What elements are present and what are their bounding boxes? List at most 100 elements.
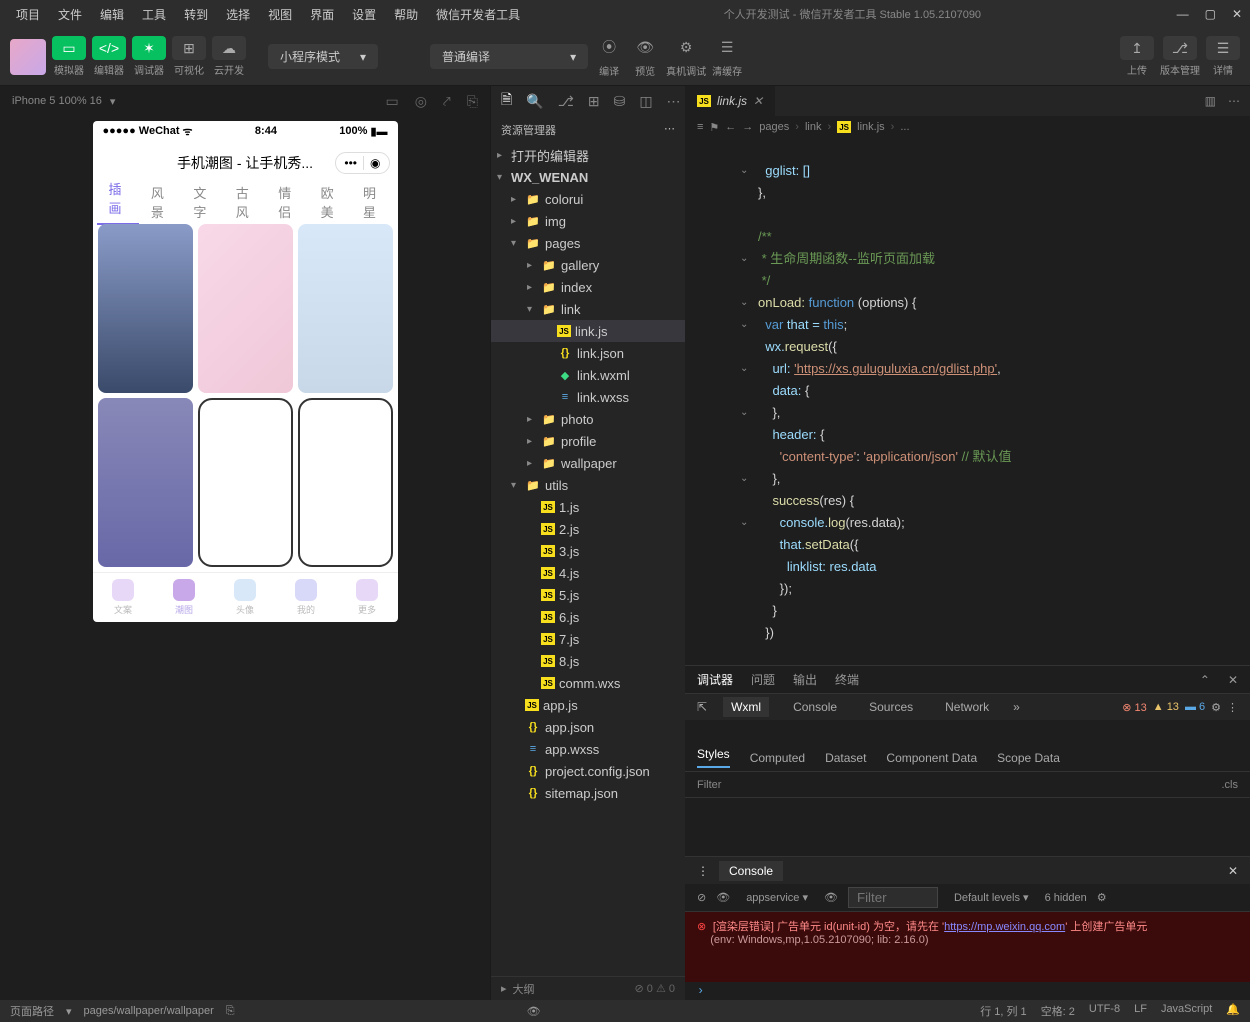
outline-header[interactable]: ▸大纲⊘ 0 ⚠ 0	[491, 976, 685, 1000]
console-link[interactable]: https://mp.weixin.qq.com	[944, 921, 1065, 933]
tree-file[interactable]: ≡link.wxss	[491, 386, 685, 408]
tab-star[interactable]: 明星	[351, 183, 393, 221]
hidden-count[interactable]: 6 hidden	[1045, 892, 1087, 904]
bell-icon[interactable]: 🔔	[1226, 1003, 1240, 1019]
computed-tab[interactable]: Computed	[750, 751, 805, 765]
compdata-tab[interactable]: Component Data	[886, 751, 977, 765]
tree-folder[interactable]: ▸📁index	[491, 276, 685, 298]
cube-icon[interactable]: ◫	[639, 93, 652, 110]
dbg-tab-terminal[interactable]: 终端	[835, 671, 859, 688]
menu-goto[interactable]: 转到	[176, 2, 216, 27]
tree-file[interactable]: JS7.js	[491, 628, 685, 650]
tree-file-linkjs[interactable]: JSlink.js	[491, 320, 685, 342]
search-icon[interactable]: 🔍	[526, 93, 543, 110]
wallpaper-card[interactable]	[298, 398, 393, 567]
wallpaper-card[interactable]	[198, 224, 293, 393]
mode-select[interactable]: 小程序模式▾	[268, 44, 378, 69]
tree-folder[interactable]: ▸📁img	[491, 210, 685, 232]
tree-folder[interactable]: ▸📁colorui	[491, 188, 685, 210]
tree-file[interactable]: JSapp.js	[491, 694, 685, 716]
capsule-button[interactable]: •••◉	[335, 152, 389, 174]
menu-select[interactable]: 选择	[218, 2, 258, 27]
tab-western[interactable]: 欧美	[309, 183, 351, 221]
levels-select[interactable]: Default levels ▾	[948, 889, 1035, 906]
info-badge[interactable]: ▬ 6	[1185, 701, 1205, 713]
tree-file[interactable]: {}sitemap.json	[491, 782, 685, 804]
tree-file[interactable]: JS3.js	[491, 540, 685, 562]
tree-file[interactable]: ◆link.wxml	[491, 364, 685, 386]
tab-illustration[interactable]: 插画	[97, 179, 139, 225]
bc-item[interactable]: link	[805, 121, 822, 133]
tree-folder[interactable]: ▸📁photo	[491, 408, 685, 430]
tree-file[interactable]: {}link.json	[491, 342, 685, 364]
scopedata-tab[interactable]: Scope Data	[997, 751, 1060, 765]
target-icon[interactable]: ◎	[415, 93, 427, 110]
subtab-wxml[interactable]: Wxml	[723, 697, 769, 717]
nav-wenan[interactable]: 文案	[112, 579, 134, 616]
tree-folder[interactable]: ▾📁utils	[491, 474, 685, 496]
console-prompt[interactable]: ›	[685, 982, 1250, 1000]
tree-file[interactable]: JS2.js	[491, 518, 685, 540]
status-spaces[interactable]: 空格: 2	[1041, 1003, 1075, 1019]
styles-filter[interactable]: Filter	[697, 779, 721, 791]
menu-settings[interactable]: 设置	[344, 2, 384, 27]
dbg-tab-problems[interactable]: 问题	[751, 671, 775, 688]
tree-file[interactable]: JScomm.wxs	[491, 672, 685, 694]
simulator-button[interactable]: ▭	[52, 36, 86, 60]
menu-view[interactable]: 视图	[260, 2, 300, 27]
dataset-tab[interactable]: Dataset	[825, 751, 866, 765]
close-icon[interactable]: ✕	[1228, 864, 1238, 878]
menu-help[interactable]: 帮助	[386, 2, 426, 27]
chevron-up-icon[interactable]: ⌃	[1200, 673, 1210, 687]
tree-folder[interactable]: ▾📁pages	[491, 232, 685, 254]
status-lang[interactable]: JavaScript	[1161, 1003, 1212, 1019]
eye-icon[interactable]: 👁	[716, 891, 730, 904]
status-encoding[interactable]: UTF-8	[1089, 1003, 1120, 1019]
tab-linkjs[interactable]: JSlink.js✕	[685, 86, 775, 116]
gear-icon[interactable]: ⚙	[1097, 891, 1107, 904]
upload-button[interactable]: ↥	[1120, 36, 1154, 60]
nav-avatar[interactable]: 头像	[234, 579, 256, 616]
tab-couple[interactable]: 情侣	[266, 183, 308, 221]
split-icon[interactable]: ▥	[1205, 94, 1216, 108]
menu-edit[interactable]: 编辑	[92, 2, 132, 27]
visual-button[interactable]: ⊞	[172, 36, 206, 60]
dbg-tab-debugger[interactable]: 调试器	[697, 671, 733, 688]
forward-icon[interactable]: →	[742, 121, 753, 133]
tree-file[interactable]: JS8.js	[491, 650, 685, 672]
bc-item[interactable]: ...	[900, 121, 909, 133]
maximize-icon[interactable]: ▢	[1205, 7, 1216, 21]
menu-ui[interactable]: 界面	[302, 2, 342, 27]
console-menu-icon[interactable]: ⋮	[697, 864, 709, 878]
eye-icon[interactable]: 👁	[824, 891, 838, 904]
warn-badge[interactable]: ▲ 13	[1153, 701, 1179, 713]
share-icon[interactable]: ⤤	[443, 93, 451, 110]
inspect-icon[interactable]: ⇱	[697, 700, 707, 714]
preview-icon[interactable]: 👁	[630, 35, 660, 59]
copy-icon[interactable]: ⎘	[467, 93, 478, 110]
gear-icon[interactable]: ⚙	[1211, 701, 1221, 714]
version-button[interactable]: ⎇	[1163, 36, 1197, 60]
tree-folder[interactable]: ▸📁wallpaper	[491, 452, 685, 474]
minimize-icon[interactable]: —	[1177, 7, 1189, 21]
status-eol[interactable]: LF	[1134, 1003, 1147, 1019]
more-icon[interactable]: ⋮	[1227, 701, 1238, 714]
device-icon[interactable]: ▭	[385, 93, 398, 110]
styles-tab[interactable]: Styles	[697, 747, 730, 768]
close-tab-icon[interactable]: ✕	[753, 94, 763, 108]
context-select[interactable]: appservice ▾	[740, 889, 814, 906]
clear-icon[interactable]: ⊘	[697, 891, 706, 904]
tree-file[interactable]: JS4.js	[491, 562, 685, 584]
bc-item[interactable]: link.js	[857, 121, 885, 133]
subtab-network[interactable]: Network	[937, 697, 997, 717]
cloud-button[interactable]: ☁	[212, 36, 246, 60]
close-icon[interactable]: ✕	[1228, 673, 1238, 687]
branch-icon[interactable]: ⎇	[558, 93, 574, 110]
menu-project[interactable]: 项目	[8, 2, 48, 27]
details-button[interactable]: ☰	[1206, 36, 1240, 60]
remote-debug-icon[interactable]: ⚙	[671, 35, 701, 59]
bookmark-icon[interactable]: ⚑	[709, 121, 719, 134]
close-icon[interactable]: ✕	[1232, 7, 1242, 21]
avatar[interactable]	[10, 39, 46, 75]
status-path-label[interactable]: 页面路径	[10, 1003, 54, 1019]
